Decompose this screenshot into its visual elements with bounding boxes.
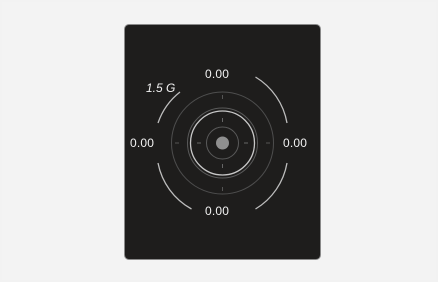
- gforce-meter-panel: 1.5 G 0.00 0.00 0.00 0.00: [124, 24, 321, 260]
- readout-top: 0.00: [205, 67, 230, 81]
- gforce-indicator-dot: [216, 136, 229, 150]
- outer-ring-arc-top-left: [157, 91, 181, 124]
- readout-right: 0.00: [283, 136, 308, 150]
- outer-ring-arc-top-right: [255, 76, 288, 124]
- readout-bottom: 0.00: [205, 204, 230, 218]
- gforce-scale-label: 1.5 G: [146, 81, 176, 95]
- outer-ring-arc-bottom-left: [157, 162, 192, 210]
- readout-left: 0.00: [130, 136, 155, 150]
- outer-ring-arc-bottom-right: [255, 162, 288, 210]
